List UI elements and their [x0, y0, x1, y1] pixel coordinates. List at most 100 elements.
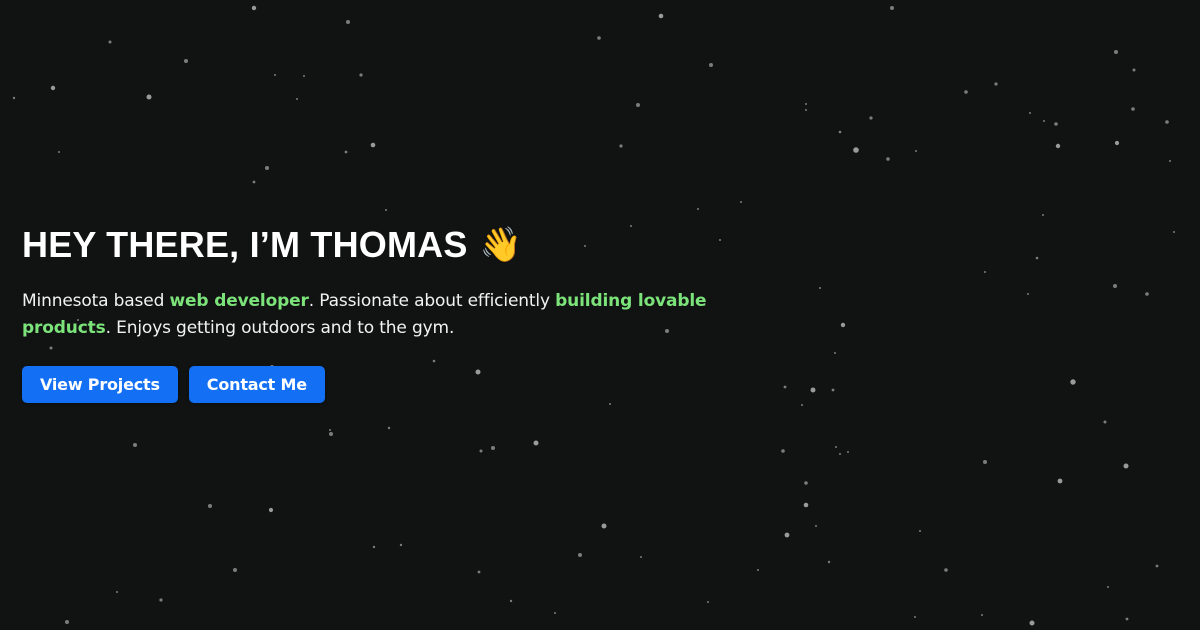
star-dot — [831, 388, 835, 392]
star-dot — [869, 116, 873, 120]
intro-text-part: Minnesota based — [22, 291, 170, 311]
star-dot — [819, 287, 821, 289]
star-dot — [914, 616, 916, 618]
star-dot — [233, 568, 237, 572]
star-dot — [601, 523, 607, 529]
star-dot — [805, 109, 807, 111]
star-dot — [477, 570, 481, 574]
star-dot — [159, 598, 163, 602]
star-dot — [184, 59, 188, 63]
star-dot — [554, 612, 556, 614]
star-dot — [784, 532, 790, 538]
star-dot — [303, 75, 305, 77]
star-dot — [1035, 256, 1039, 260]
star-dot — [835, 446, 837, 448]
portfolio-hero-page: HEY THERE, I’M THOMAS 👋 Minnesota based … — [0, 0, 1200, 630]
star-dot — [994, 82, 998, 86]
star-dot — [387, 426, 391, 430]
star-dot — [984, 271, 986, 273]
hero-section: HEY THERE, I’M THOMAS 👋 Minnesota based … — [22, 222, 782, 403]
star-dot — [1169, 160, 1171, 162]
star-dot — [533, 440, 539, 446]
star-dot — [1145, 292, 1149, 296]
star-dot — [609, 403, 611, 405]
star-dot — [399, 543, 403, 547]
star-dot — [1155, 564, 1159, 568]
star-dot — [208, 504, 212, 508]
star-dot — [1131, 107, 1135, 111]
star-dot — [344, 150, 348, 154]
star-dot — [252, 180, 256, 184]
intro-text-part: . Passionate about efficiently — [308, 291, 556, 311]
star-dot — [944, 568, 948, 572]
star-dot — [268, 507, 274, 513]
hero-title: HEY THERE, I’M THOMAS 👋 — [22, 222, 782, 268]
star-dot — [839, 453, 841, 455]
star-dot — [834, 352, 836, 354]
contact-me-button[interactable]: Contact Me — [188, 366, 325, 403]
star-dot — [479, 449, 483, 453]
star-dot — [815, 525, 817, 527]
star-dot — [886, 157, 890, 161]
star-dot — [1123, 463, 1129, 469]
star-dot — [133, 443, 137, 447]
star-dot — [658, 13, 664, 19]
star-dot — [619, 144, 623, 148]
star-dot — [707, 601, 709, 603]
star-dot — [636, 103, 640, 107]
star-dot — [1042, 214, 1044, 216]
star-dot — [1057, 478, 1063, 484]
star-dot — [116, 591, 118, 593]
star-dot — [12, 96, 16, 100]
star-dot — [1113, 284, 1117, 288]
star-dot — [1070, 379, 1076, 385]
star-dot — [781, 449, 785, 453]
star-dot — [597, 36, 601, 40]
star-dot — [578, 553, 582, 557]
star-dot — [1054, 122, 1058, 126]
star-dot — [740, 201, 742, 203]
star-dot — [803, 502, 809, 508]
star-dot — [1029, 620, 1035, 626]
star-dot — [251, 5, 257, 11]
star-dot — [1029, 112, 1031, 114]
hero-title-text: HEY THERE, I’M THOMAS — [22, 224, 468, 265]
star-dot — [853, 147, 859, 153]
star-dot — [983, 460, 987, 464]
star-dot — [1055, 143, 1061, 149]
star-dot — [1125, 617, 1129, 621]
star-dot — [915, 150, 917, 152]
star-dot — [964, 90, 968, 94]
star-dot — [810, 387, 816, 393]
star-dot — [509, 599, 513, 603]
star-dot — [840, 322, 846, 328]
star-dot — [757, 569, 759, 571]
star-dot — [804, 481, 808, 485]
hero-intro-text: Minnesota based web developer. Passionat… — [22, 288, 762, 342]
star-dot — [65, 620, 69, 624]
star-dot — [1107, 586, 1109, 588]
star-dot — [146, 94, 152, 100]
view-projects-button[interactable]: View Projects — [22, 366, 178, 403]
star-dot — [1165, 120, 1169, 124]
star-dot — [919, 530, 921, 532]
waving-hand-icon: 👋 — [479, 226, 523, 264]
star-dot — [265, 166, 269, 170]
star-dot — [1173, 231, 1175, 233]
star-dot — [805, 103, 807, 105]
star-dot — [827, 560, 831, 564]
star-dot — [359, 73, 363, 77]
star-dot — [640, 556, 642, 558]
star-dot — [709, 63, 713, 67]
star-dot — [1103, 420, 1107, 424]
star-dot — [1114, 140, 1120, 146]
intro-text-part: . Enjoys getting outdoors and to the gym… — [105, 318, 455, 338]
highlight-web-developer: web developer — [169, 291, 309, 311]
star-dot — [838, 130, 842, 134]
star-dot — [329, 429, 331, 431]
star-dot — [58, 151, 60, 153]
star-dot — [370, 142, 376, 148]
star-dot — [801, 404, 803, 406]
star-dot — [296, 98, 298, 100]
star-dot — [329, 432, 333, 436]
